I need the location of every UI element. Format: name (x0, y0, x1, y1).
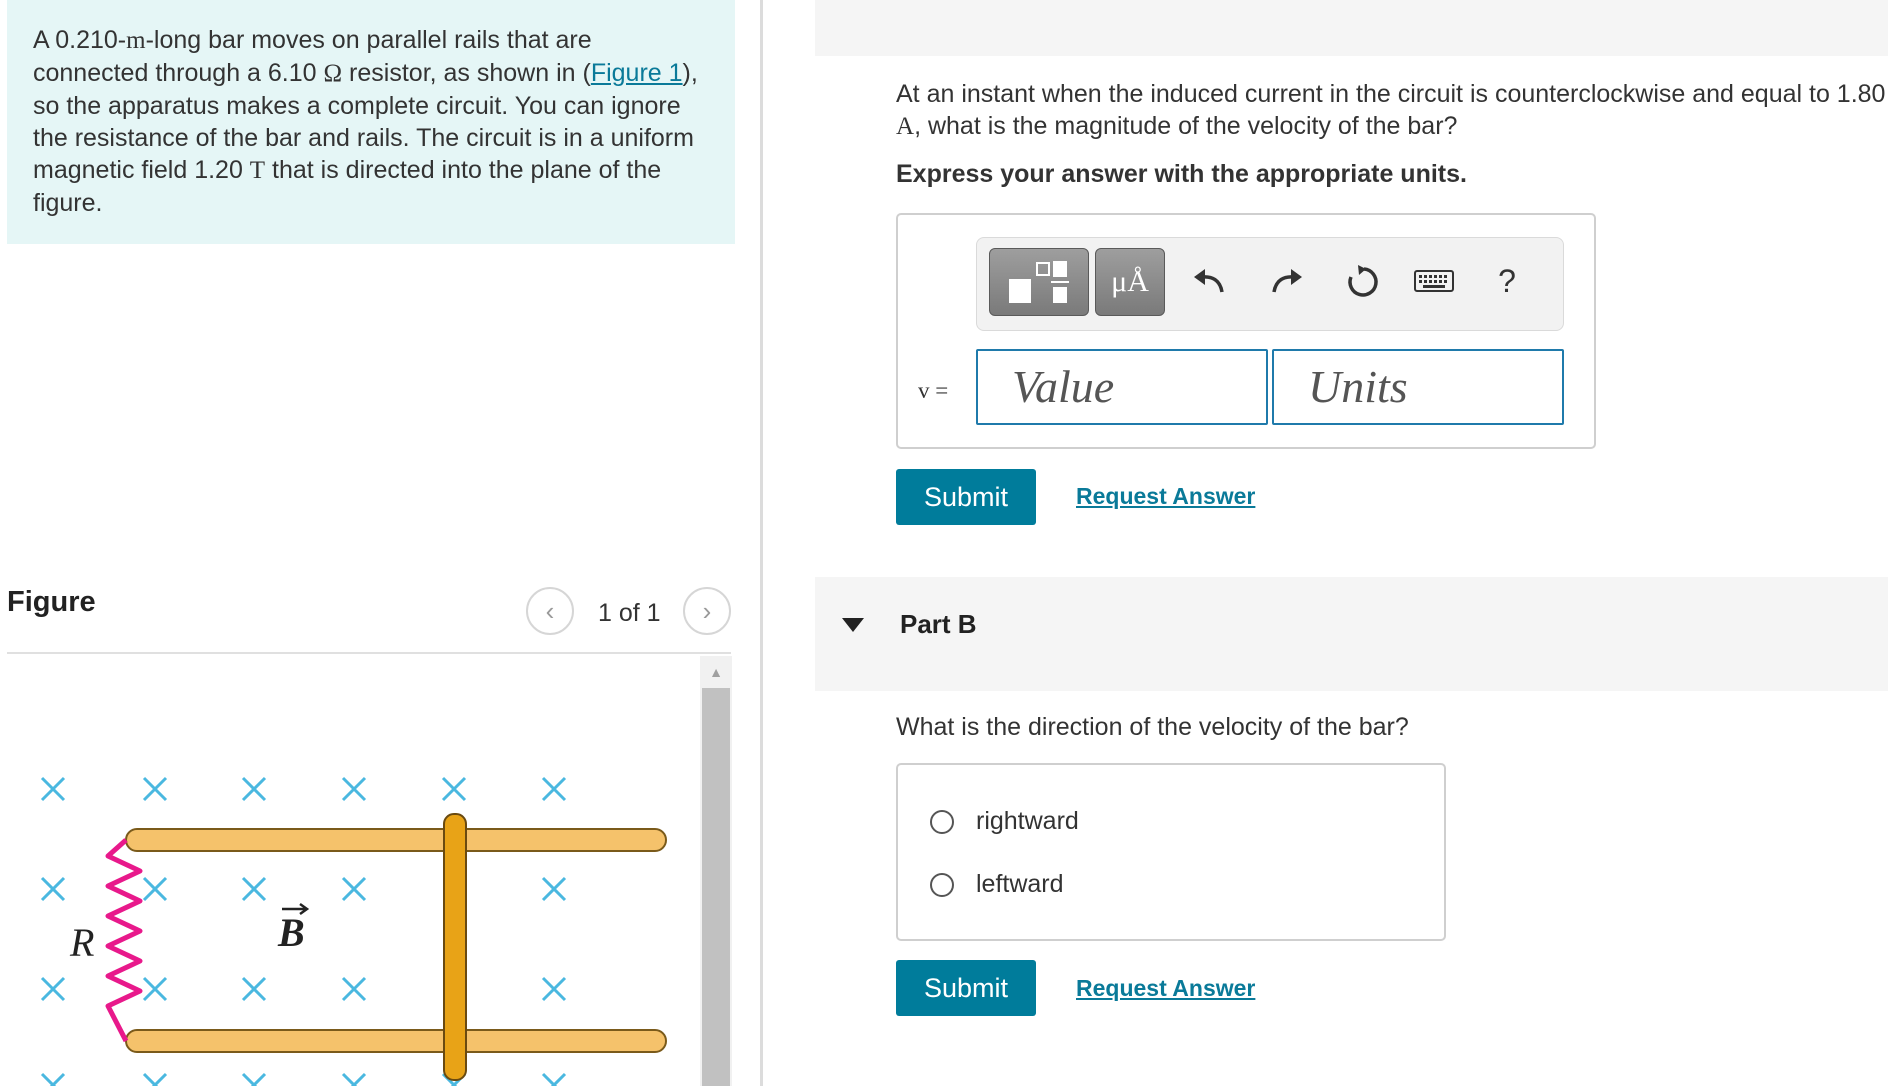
submit-button-part-b[interactable]: Submit (896, 960, 1036, 1016)
field-cross (40, 776, 66, 802)
math-toolbar: μÅ ? (976, 237, 1564, 331)
field-cross (541, 876, 567, 902)
field-cross (142, 1072, 168, 1086)
field-cross (40, 876, 66, 902)
circuit-figure: R B (40, 776, 667, 1086)
choice-label: rightward (976, 807, 1079, 835)
field-cross (40, 1072, 66, 1086)
value-input[interactable]: Value (976, 349, 1268, 425)
answer-instruction: Express your answer with the appropriate… (896, 160, 1467, 188)
resistor-zigzag (105, 838, 143, 1043)
part-b-title[interactable]: Part B (900, 609, 977, 640)
resistor-label: R (69, 920, 94, 965)
reset-icon[interactable] (1337, 256, 1387, 306)
part-a-header-band (815, 0, 1888, 56)
caret-down-icon[interactable] (842, 618, 864, 632)
radio-button[interactable] (930, 872, 954, 897)
field-cross (241, 976, 267, 1002)
redo-icon[interactable] (1262, 256, 1312, 306)
field-cross (341, 876, 367, 902)
field-cross (541, 776, 567, 802)
field-cross (541, 976, 567, 1002)
field-cross (341, 976, 367, 1002)
request-answer-link-part-a[interactable]: Request Answer (1076, 483, 1255, 510)
field-cross (241, 1072, 267, 1086)
sliding-bar (443, 813, 467, 1081)
field-cross (40, 976, 66, 1002)
top-rail (125, 828, 667, 852)
field-cross (142, 776, 168, 802)
field-cross (241, 776, 267, 802)
choice-rightward[interactable]: rightward (930, 807, 1079, 836)
figure-page-indicator: 1 of 1 (598, 599, 661, 627)
field-cross (142, 976, 168, 1002)
part-a-question-1: At an instant when the induced current i… (896, 80, 1886, 108)
radio-button[interactable] (930, 809, 954, 834)
scroll-up-arrow-icon[interactable]: ▲ (700, 656, 732, 688)
field-cross (241, 876, 267, 902)
chevron-right-icon: › (702, 595, 712, 626)
answer-panel: μÅ ? v = Value Units (896, 213, 1596, 449)
figure-heading: Figure (7, 586, 96, 618)
choice-label: leftward (976, 870, 1064, 898)
part-b-question: What is the direction of the velocity of… (896, 713, 1409, 741)
figure-viewport: R B (0, 656, 700, 1086)
field-cross (142, 876, 168, 902)
choice-leftward[interactable]: leftward (930, 870, 1064, 899)
unit-ohm: Ω (323, 60, 343, 87)
request-answer-link-part-b[interactable]: Request Answer (1076, 975, 1255, 1002)
figure-link[interactable]: Figure 1 (591, 59, 683, 87)
field-label: B (277, 910, 305, 955)
unit-tesla: T (249, 157, 266, 184)
field-cross (341, 1072, 367, 1086)
field-cross (541, 1072, 567, 1086)
part-a-question-2: , what is the magnitude of the velocity … (914, 112, 1458, 140)
pane-divider[interactable] (760, 0, 763, 1086)
next-figure-button[interactable]: › (683, 587, 731, 635)
units-input[interactable]: Units (1272, 349, 1564, 425)
templates-button[interactable] (989, 248, 1089, 316)
help-button[interactable]: ? (1482, 256, 1532, 306)
figure-divider (7, 652, 731, 654)
problem-text-3: resistor, as shown in ( (342, 59, 591, 87)
unit-ampere: A (896, 113, 915, 140)
field-cross (441, 776, 467, 802)
bottom-rail (125, 1029, 667, 1053)
field-cross (341, 776, 367, 802)
scrollbar-thumb[interactable] (702, 688, 730, 1086)
choice-list: rightward leftward (896, 763, 1446, 941)
templates-icon (1009, 261, 1069, 303)
submit-button-part-a[interactable]: Submit (896, 469, 1036, 525)
part-a-question: At an instant when the induced current i… (896, 78, 1886, 143)
problem-statement: A 0.210-m-long bar moves on parallel rai… (7, 0, 735, 244)
problem-text-1: A 0.210- (33, 26, 127, 54)
variable-label: v = (918, 378, 949, 403)
keyboard-icon[interactable] (1409, 256, 1459, 306)
units-button[interactable]: μÅ (1095, 248, 1165, 316)
unit-meter: m (126, 27, 146, 54)
undo-icon[interactable] (1184, 256, 1234, 306)
prev-figure-button[interactable]: ‹ (526, 587, 574, 635)
chevron-left-icon: ‹ (545, 595, 555, 626)
